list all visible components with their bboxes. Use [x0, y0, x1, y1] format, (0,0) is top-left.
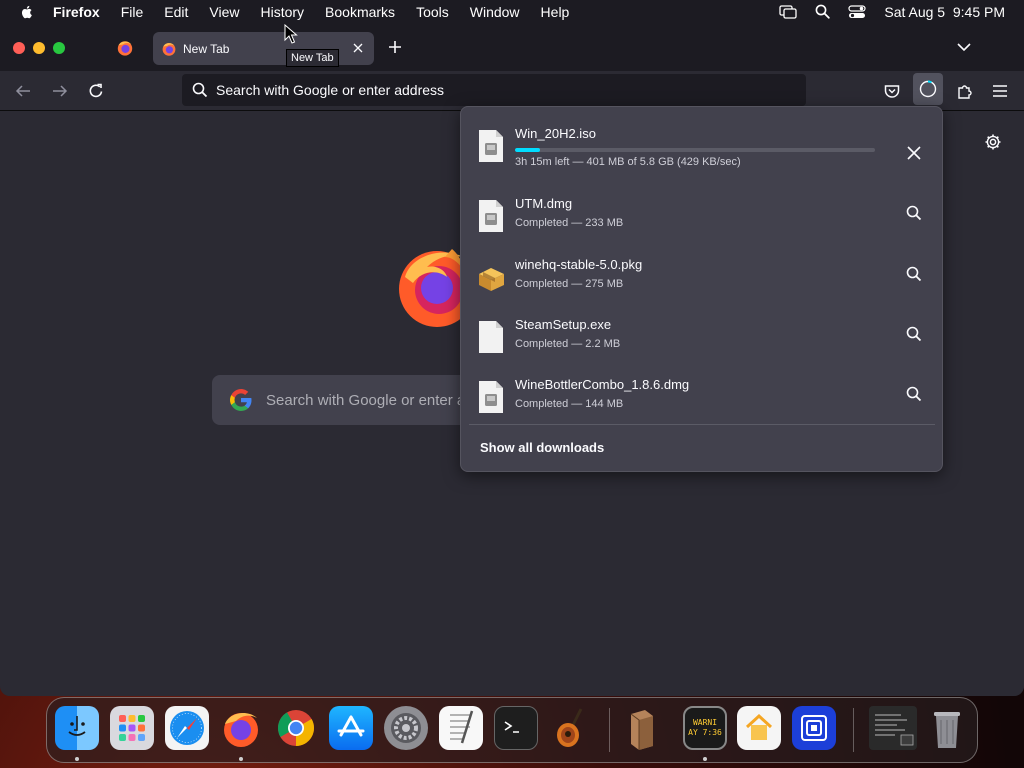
- download-item[interactable]: Win_20H2.iso 3h 15m left — 401 MB of 5.8…: [461, 117, 944, 177]
- disk-image-icon: [479, 200, 503, 232]
- downloads-panel: Win_20H2.iso 3h 15m left — 401 MB of 5.8…: [460, 106, 943, 472]
- launchpad-icon[interactable]: [110, 706, 154, 750]
- safari-icon[interactable]: [165, 706, 209, 750]
- macos-dock: WARNI AY 7:36: [46, 697, 978, 763]
- terminal-icon[interactable]: [494, 706, 538, 750]
- dock-separator: [609, 708, 610, 752]
- download-status: Completed — 144 MB: [515, 398, 624, 410]
- pocket-icon[interactable]: [883, 82, 901, 100]
- disk-image-icon: [479, 381, 503, 413]
- system-preferences-icon[interactable]: [384, 706, 428, 750]
- download-status: Completed — 2.2 MB: [515, 338, 621, 350]
- home-icon[interactable]: [737, 706, 781, 750]
- show-in-folder-magnifier-icon[interactable]: [905, 204, 923, 222]
- reload-icon[interactable]: [87, 82, 105, 100]
- menu-tools[interactable]: Tools: [416, 4, 449, 20]
- address-bar-placeholder: Search with Google or enter address: [216, 82, 445, 98]
- navigation-toolbar: Search with Google or enter address: [0, 71, 1024, 111]
- download-item[interactable]: UTM.dmg Completed — 233 MB: [461, 187, 944, 247]
- menu-firefox[interactable]: Firefox: [53, 4, 100, 20]
- menu-edit[interactable]: Edit: [164, 4, 188, 20]
- download-filename: Win_20H2.iso: [515, 126, 596, 141]
- menu-history[interactable]: History: [260, 4, 304, 20]
- download-filename: WineBottlerCombo_1.8.6.dmg: [515, 377, 690, 392]
- downloads-progress-icon: [919, 80, 937, 98]
- download-item[interactable]: winehq-stable-5.0.pkg Completed — 275 MB: [461, 248, 944, 308]
- pinned-tab-firefox-icon[interactable]: [116, 39, 134, 57]
- utm-icon[interactable]: [792, 706, 836, 750]
- menu-help[interactable]: Help: [541, 4, 570, 20]
- cancel-download-close-icon[interactable]: [905, 144, 923, 162]
- chrome-icon[interactable]: [274, 706, 318, 750]
- apple-menu-icon[interactable]: [19, 4, 35, 20]
- download-item[interactable]: SteamSetup.exe Completed — 2.2 MB: [461, 308, 944, 368]
- app-store-icon[interactable]: [329, 706, 373, 750]
- firefox-favicon-icon: [162, 42, 176, 56]
- macos-menubar: Firefox File Edit View History Bookmarks…: [0, 0, 1024, 23]
- close-window-button[interactable]: [13, 42, 25, 54]
- download-progress-fill: [515, 148, 541, 152]
- finder-running-dot: [75, 757, 79, 761]
- console-icon[interactable]: WARNI AY 7:36: [683, 706, 727, 750]
- address-bar[interactable]: Search with Google or enter address: [182, 74, 806, 106]
- menu-window[interactable]: Window: [470, 4, 520, 20]
- downloads-stack-icon[interactable]: [869, 706, 917, 750]
- downloads-button[interactable]: [913, 73, 943, 105]
- package-icon: [479, 268, 504, 291]
- menu-view[interactable]: View: [209, 4, 239, 20]
- download-status: Completed — 275 MB: [515, 278, 624, 290]
- zoom-window-button[interactable]: [53, 42, 65, 54]
- list-all-tabs-chevron-icon[interactable]: [956, 41, 972, 53]
- tab-new-tab[interactable]: New Tab: [153, 32, 374, 65]
- menu-file[interactable]: File: [121, 4, 144, 20]
- wine-package-icon[interactable]: [620, 706, 664, 750]
- download-item[interactable]: WineBottlerCombo_1.8.6.dmg Completed — 1…: [461, 368, 944, 428]
- firefox-icon[interactable]: [219, 706, 263, 750]
- document-icon: [479, 321, 503, 353]
- menubar-clock[interactable]: Sat Aug 5 9:45 PM: [884, 4, 1005, 20]
- disk-image-icon: [479, 130, 503, 162]
- close-tab-icon[interactable]: [351, 41, 365, 55]
- show-in-folder-magnifier-icon[interactable]: [905, 325, 923, 343]
- console-running-dot: [703, 757, 707, 761]
- menu-bookmarks[interactable]: Bookmarks: [325, 4, 395, 20]
- show-in-folder-magnifier-icon[interactable]: [905, 385, 923, 403]
- control-center-icon[interactable]: [848, 4, 866, 19]
- minimize-window-button[interactable]: [33, 42, 45, 54]
- trash-icon[interactable]: [925, 706, 969, 750]
- textedit-icon[interactable]: [439, 706, 483, 750]
- back-arrow-icon[interactable]: [14, 82, 32, 100]
- downloads-separator: [469, 424, 935, 425]
- spotlight-search-icon[interactable]: [815, 4, 831, 19]
- tab-strip: New Tab: [0, 23, 1024, 71]
- tab-title: New Tab: [183, 41, 230, 56]
- download-status: Completed — 233 MB: [515, 217, 624, 229]
- garageband-icon[interactable]: [549, 706, 593, 750]
- firefox-running-dot: [239, 757, 243, 761]
- finder-icon[interactable]: [55, 706, 99, 750]
- download-filename: SteamSetup.exe: [515, 317, 612, 332]
- mouse-cursor-icon: [284, 24, 298, 44]
- forward-arrow-icon[interactable]: [51, 82, 69, 100]
- download-filename: winehq-stable-5.0.pkg: [515, 257, 643, 272]
- tab-tooltip: New Tab: [286, 49, 339, 67]
- search-icon: [192, 82, 208, 98]
- google-logo-icon: [230, 389, 252, 411]
- download-filename: UTM.dmg: [515, 196, 573, 211]
- hamburger-menu-icon[interactable]: [991, 82, 1009, 100]
- dock-separator: [853, 708, 854, 752]
- new-tab-icon[interactable]: [387, 39, 403, 55]
- extensions-puzzle-icon[interactable]: [956, 82, 974, 100]
- download-progress-bar: [515, 148, 875, 152]
- console-icon-text: WARNI AY 7:36: [688, 718, 722, 737]
- screen-mirroring-icon[interactable]: [779, 4, 798, 19]
- personalize-gear-icon[interactable]: [984, 133, 1002, 151]
- download-status: 3h 15m left — 401 MB of 5.8 GB (429 KB/s…: [515, 156, 741, 168]
- show-in-folder-magnifier-icon[interactable]: [905, 265, 923, 283]
- show-all-downloads-button[interactable]: Show all downloads: [469, 432, 935, 462]
